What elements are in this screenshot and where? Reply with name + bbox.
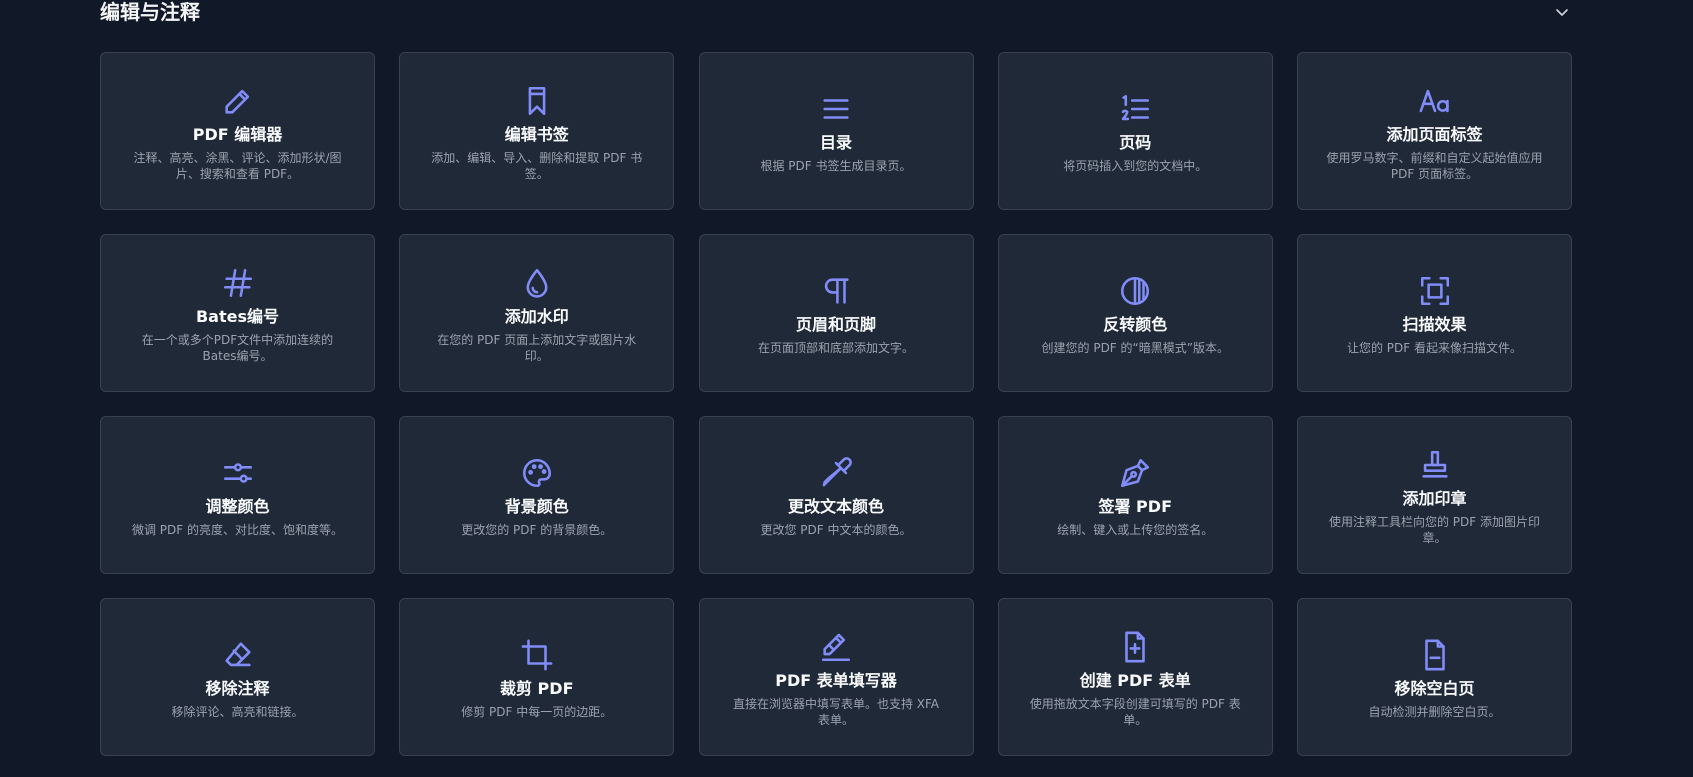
tool-card-scan-effect[interactable]: 扫描效果 让您的 PDF 看起来像扫描文件。 [1297, 234, 1572, 392]
tool-card-bates[interactable]: Bates编号 在一个或多个PDF文件中添加连续的Bates编号。 [100, 234, 375, 392]
tool-desc: 更改您 PDF 中文本的颜色。 [760, 522, 912, 537]
tool-grid: PDF 编辑器 注释、高亮、涂黑、评论、添加形状/图片、搜索和查看 PDF。 编… [100, 52, 1572, 756]
tool-desc: 更改您的 PDF 的背景颜色。 [461, 522, 613, 537]
tool-card-create-form[interactable]: 创建 PDF 表单 使用拖放文本字段创建可填写的 PDF 表单。 [997, 598, 1273, 756]
tool-card-edit-bookmarks[interactable]: 编辑书签 添加、编辑、导入、删除和提取 PDF 书签。 [399, 52, 675, 210]
tool-title: PDF 编辑器 [192, 124, 283, 144]
tool-title: 编辑书签 [504, 124, 569, 144]
tool-card-background-color[interactable]: 背景颜色 更改您的 PDF 的背景颜色。 [399, 416, 675, 574]
section-title: 编辑与注释 [100, 0, 200, 24]
tool-desc: 微调 PDF 的亮度、对比度、饱和度等。 [131, 522, 343, 537]
tool-title: 裁剪 PDF [499, 678, 574, 698]
tool-card-sign-pdf[interactable]: 签署 PDF 绘制、键入或上传您的签名。 [997, 416, 1273, 574]
tool-title: 创建 PDF 表单 [1079, 670, 1191, 690]
tool-desc: 注释、高亮、涂黑、评论、添加形状/图片、搜索和查看 PDF。 [133, 150, 342, 181]
tool-desc: 自动检测并删除空白页。 [1368, 704, 1501, 719]
tool-desc: 让您的 PDF 看起来像扫描文件。 [1346, 340, 1522, 355]
tool-title: 调整颜色 [205, 496, 270, 516]
tool-desc: 在一个或多个PDF文件中添加连续的Bates编号。 [141, 332, 334, 363]
tool-title: 页码 [1119, 132, 1152, 152]
tool-title: 目录 [819, 132, 852, 152]
tool-desc: 在您的 PDF 页面上添加文字或图片水印。 [437, 332, 637, 363]
tool-card-header-footer[interactable]: 页眉和页脚 在页面顶部和底部添加文字。 [698, 234, 974, 392]
tool-card-invert-colors[interactable]: 反转颜色 创建您的 PDF 的“暗黑模式”版本。 [997, 234, 1273, 392]
tool-desc: 修剪 PDF 中每一页的边距。 [461, 704, 613, 719]
tool-card-text-color[interactable]: 更改文本颜色 更改您 PDF 中文本的颜色。 [698, 416, 974, 574]
tool-card-adjust-colors[interactable]: 调整颜色 微调 PDF 的亮度、对比度、饱和度等。 [100, 416, 375, 574]
pencil-line-icon [818, 629, 854, 665]
pilcrow-icon [818, 273, 854, 309]
tool-desc: 在页面顶部和底部添加文字。 [757, 340, 914, 355]
tool-desc: 使用罗马数字、前缀和自定义起始值应用 PDF 页面标签。 [1326, 150, 1543, 181]
tool-desc: 添加、编辑、导入、删除和提取 PDF 书签。 [431, 150, 643, 181]
tool-desc: 移除评论、高亮和链接。 [171, 704, 304, 719]
eyedropper-icon [818, 455, 854, 491]
bookmark-icon [519, 83, 555, 119]
numbered-list-icon [1117, 91, 1153, 127]
pen-nib-icon [1117, 455, 1153, 491]
tool-title: 更改文本颜色 [787, 496, 884, 516]
palette-icon [519, 455, 555, 491]
tool-card-page-labels[interactable]: 添加页面标签 使用罗马数字、前缀和自定义起始值应用 PDF 页面标签。 [1297, 52, 1572, 210]
eraser-icon [220, 637, 256, 673]
stamp-icon [1417, 447, 1453, 483]
tool-card-pdf-editor[interactable]: PDF 编辑器 注释、高亮、涂黑、评论、添加形状/图片、搜索和查看 PDF。 [100, 52, 375, 210]
tool-title: 移除空白页 [1394, 678, 1475, 698]
tool-card-add-stamp[interactable]: 添加印章 使用注释工具栏向您的 PDF 添加图片印章。 [1297, 416, 1572, 574]
collapse-button[interactable] [1552, 2, 1572, 22]
tool-card-remove-blank-pages[interactable]: 移除空白页 自动检测并删除空白页。 [1297, 598, 1572, 756]
tool-desc: 创建您的 PDF 的“暗黑模式”版本。 [1041, 340, 1229, 355]
tool-title: 移除注释 [205, 678, 270, 698]
tool-title: 反转颜色 [1103, 314, 1168, 334]
tool-card-toc[interactable]: 目录 根据 PDF 书签生成目录页。 [698, 52, 974, 210]
tool-desc: 将页码插入到您的文档中。 [1063, 158, 1208, 173]
droplet-icon [519, 265, 555, 301]
tool-desc: 绘制、键入或上传您的签名。 [1057, 522, 1214, 537]
tool-card-remove-annotations[interactable]: 移除注释 移除评论、高亮和链接。 [100, 598, 375, 756]
file-minus-icon [1417, 637, 1453, 673]
tool-card-watermark[interactable]: 添加水印 在您的 PDF 页面上添加文字或图片水印。 [399, 234, 675, 392]
tool-title: 签署 PDF [1098, 496, 1172, 516]
tool-desc: 使用拖放文本字段创建可填写的 PDF 表单。 [1029, 696, 1241, 727]
tool-desc: 根据 PDF 书签生成目录页。 [760, 158, 912, 173]
hash-icon [220, 265, 256, 301]
crop-icon [519, 637, 555, 673]
tool-title: 添加页面标签 [1386, 124, 1483, 144]
file-plus-icon [1117, 629, 1153, 665]
tool-title: 添加水印 [504, 306, 569, 326]
tool-card-page-numbers[interactable]: 页码 将页码插入到您的文档中。 [997, 52, 1273, 210]
tool-title: 添加印章 [1402, 488, 1467, 508]
tool-title: PDF 表单填写器 [775, 670, 897, 690]
scan-icon [1417, 273, 1453, 309]
tool-title: 页眉和页脚 [795, 314, 876, 334]
tool-title: Bates编号 [195, 306, 280, 326]
text-aa-icon [1417, 83, 1453, 119]
tool-card-form-filler[interactable]: PDF 表单填写器 直接在浏览器中填写表单。也支持 XFA 表单。 [698, 598, 974, 756]
chevron-down-icon [1556, 9, 1568, 16]
tool-card-crop-pdf[interactable]: 裁剪 PDF 修剪 PDF 中每一页的边距。 [399, 598, 675, 756]
sliders-icon [220, 455, 256, 491]
list-icon [818, 91, 854, 127]
contrast-icon [1117, 273, 1153, 309]
tool-title: 扫描效果 [1402, 314, 1467, 334]
tool-desc: 直接在浏览器中填写表单。也支持 XFA 表单。 [732, 696, 940, 727]
section-header: 编辑与注释 [100, 0, 1572, 26]
tool-title: 背景颜色 [504, 496, 569, 516]
tool-desc: 使用注释工具栏向您的 PDF 添加图片印章。 [1328, 514, 1540, 545]
pencil-icon [220, 83, 256, 119]
